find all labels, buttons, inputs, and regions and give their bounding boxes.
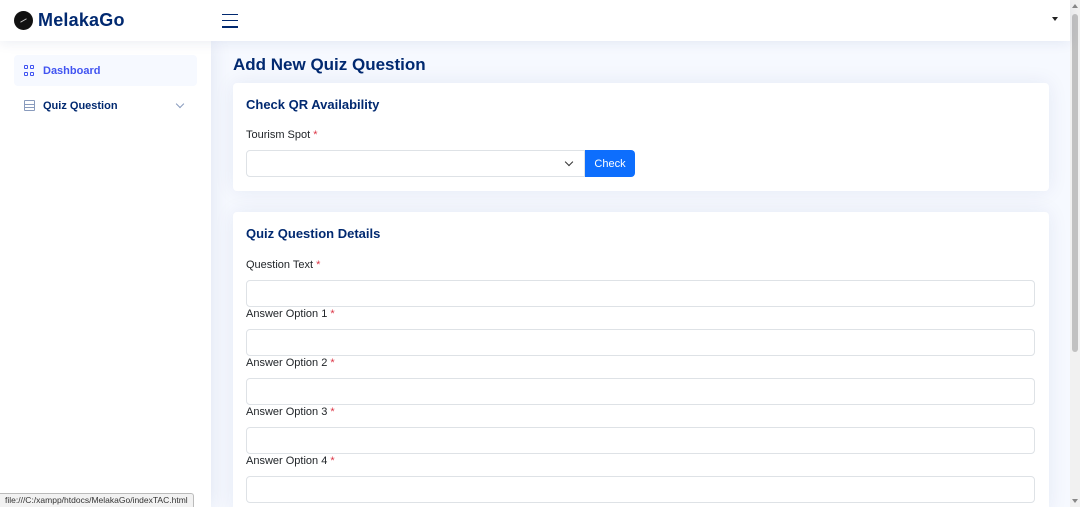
page-title: Add New Quiz Question	[233, 55, 426, 74]
required-mark: *	[313, 129, 318, 141]
answer-option-4-input[interactable]	[246, 476, 1035, 503]
answer-option-2-label: Answer Option 2 *	[246, 357, 335, 369]
user-dropdown-caret-icon[interactable]	[1052, 17, 1058, 21]
app-name: MelakaGo	[38, 10, 125, 30]
label-text: Answer Option 3	[246, 406, 328, 418]
link-preview-status: file:///C:/xampp/htdocs/MelakaGo/indexTA…	[0, 493, 194, 507]
card-title: Quiz Question Details	[246, 226, 381, 241]
scroll-thumb[interactable]	[1072, 14, 1078, 352]
answer-option-2-input[interactable]	[246, 378, 1035, 405]
label-text: Tourism Spot	[246, 129, 311, 141]
answer-option-3-label: Answer Option 3 *	[246, 406, 335, 418]
answer-option-4-label: Answer Option 4 *	[246, 455, 335, 467]
sidebar-item-dashboard[interactable]: Dashboard	[14, 55, 197, 86]
tourism-spot-label: Tourism Spot *	[246, 129, 318, 141]
label-text: Answer Option 2	[246, 357, 328, 369]
page-scrollbar[interactable]	[1070, 0, 1080, 507]
grid-icon	[24, 65, 35, 76]
check-button[interactable]: Check	[585, 150, 635, 177]
required-mark: *	[330, 455, 335, 467]
sidebar-item-label: Quiz Question	[43, 99, 118, 112]
answer-option-1-label: Answer Option 1 *	[246, 308, 335, 320]
scroll-down-icon[interactable]	[1072, 499, 1078, 503]
card-title: Check QR Availability	[246, 97, 380, 112]
answer-option-1-input[interactable]	[246, 329, 1035, 356]
required-mark: *	[330, 357, 335, 369]
label-text: Question Text	[246, 259, 314, 271]
required-mark: *	[330, 308, 335, 320]
answer-option-3-input[interactable]	[246, 427, 1035, 454]
chevron-down-icon	[564, 157, 574, 167]
question-text-input[interactable]	[246, 280, 1035, 307]
menu-toggle-icon[interactable]	[222, 13, 238, 28]
tourism-spot-select[interactable]	[246, 150, 585, 177]
question-text-label: Question Text *	[246, 259, 320, 271]
required-mark: *	[316, 259, 321, 271]
sidebar-item-quiz-question[interactable]: Quiz Question	[14, 90, 197, 121]
scroll-up-icon[interactable]	[1072, 4, 1078, 8]
sidebar-item-label: Dashboard	[43, 64, 101, 77]
required-mark: *	[330, 406, 335, 418]
qr-availability-card: Check QR Availability Tourism Spot * Che…	[233, 83, 1049, 191]
logo-icon	[14, 11, 33, 30]
top-header: MelakaGo	[0, 0, 1070, 41]
logo[interactable]: MelakaGo	[14, 10, 214, 31]
chevron-down-icon	[175, 99, 185, 109]
label-text: Answer Option 1	[246, 308, 328, 320]
list-icon	[24, 100, 35, 111]
label-text: Answer Option 4	[246, 455, 328, 467]
quiz-details-card: Quiz Question Details Question Text * An…	[233, 212, 1049, 507]
sidebar: Dashboard Quiz Question	[0, 41, 211, 507]
